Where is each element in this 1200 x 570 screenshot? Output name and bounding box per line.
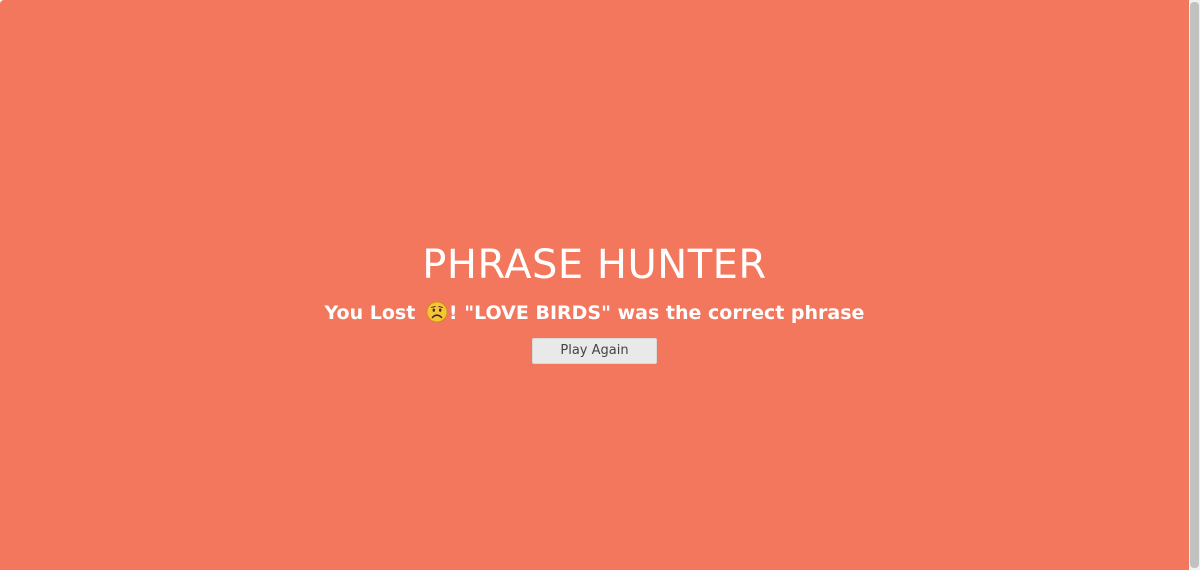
game-title: PHRASE HUNTER [422, 242, 767, 288]
sad-face-icon [426, 301, 448, 323]
message-suffix: ! "LOVE BIRDS" was the correct phrase [448, 302, 865, 324]
scrollbar-thumb[interactable] [1190, 2, 1199, 568]
game-overlay-lose: PHRASE HUNTER You Lost ! "LOVE BIRDS" wa… [0, 0, 1200, 570]
game-over-message: You Lost ! "LOVE BIRDS" was the correct … [0, 300, 1189, 326]
play-again-button[interactable]: Play Again [532, 338, 657, 364]
vertical-scrollbar[interactable] [1189, 0, 1200, 570]
overlay-content: PHRASE HUNTER You Lost ! "LOVE BIRDS" wa… [0, 0, 1189, 570]
message-prefix: You Lost [324, 302, 422, 324]
